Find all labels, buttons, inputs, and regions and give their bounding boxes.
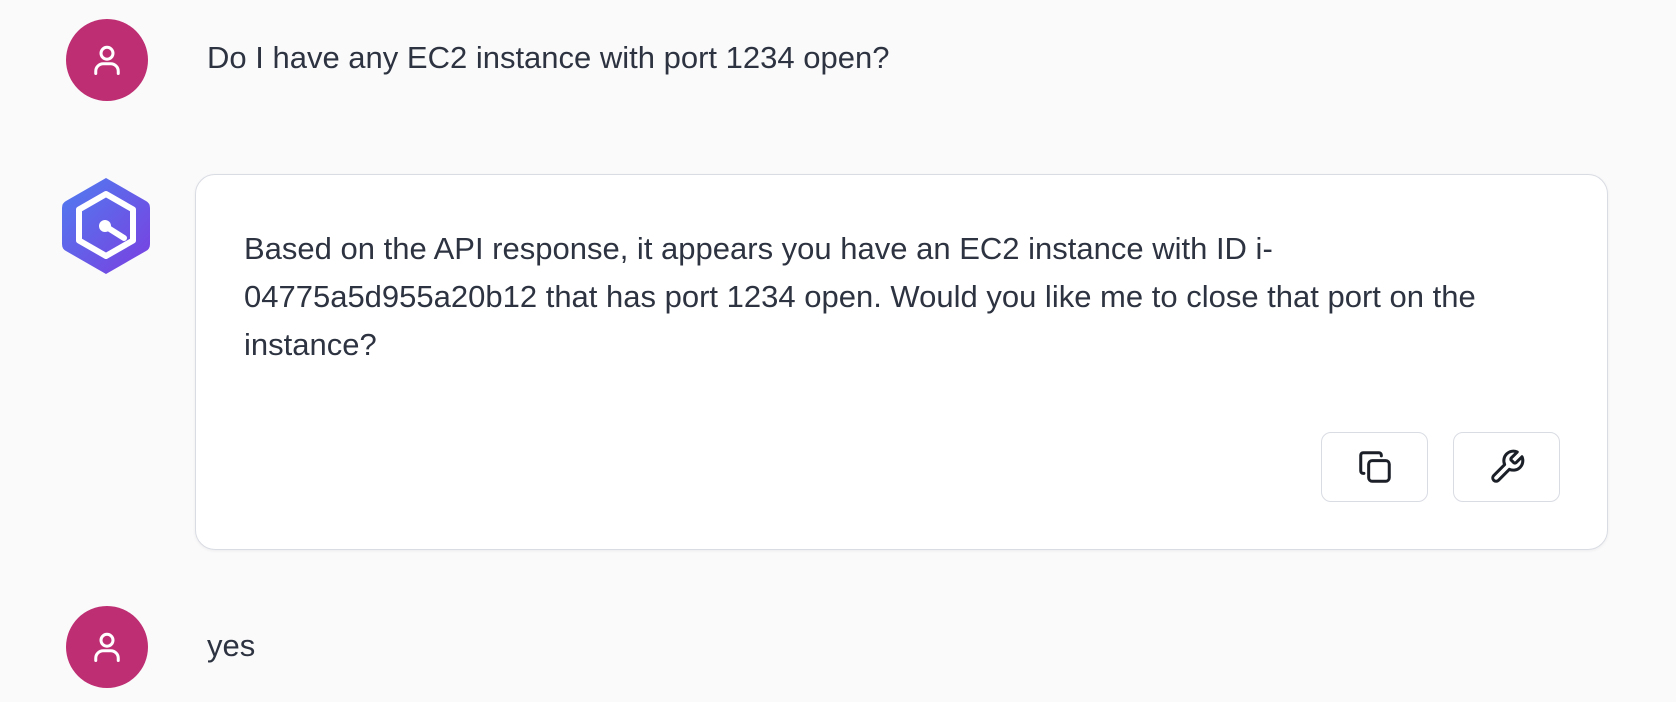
user-icon <box>94 45 120 75</box>
hexagon-logo-icon <box>62 178 150 274</box>
tools-button[interactable] <box>1453 432 1560 502</box>
assistant-message-card: Based on the API response, it appears yo… <box>195 174 1608 550</box>
user-icon <box>94 632 120 662</box>
user-avatar <box>66 19 148 101</box>
user-avatar <box>66 606 148 688</box>
wrench-icon <box>1490 449 1524 483</box>
assistant-message-text: Based on the API response, it appears yo… <box>244 231 1476 362</box>
user-message-text: Do I have any EC2 instance with port 123… <box>207 40 890 75</box>
assistant-avatar <box>58 172 154 280</box>
copy-button[interactable] <box>1321 432 1428 502</box>
user-message-text: yes <box>207 628 256 663</box>
copy-icon <box>1358 451 1391 483</box>
